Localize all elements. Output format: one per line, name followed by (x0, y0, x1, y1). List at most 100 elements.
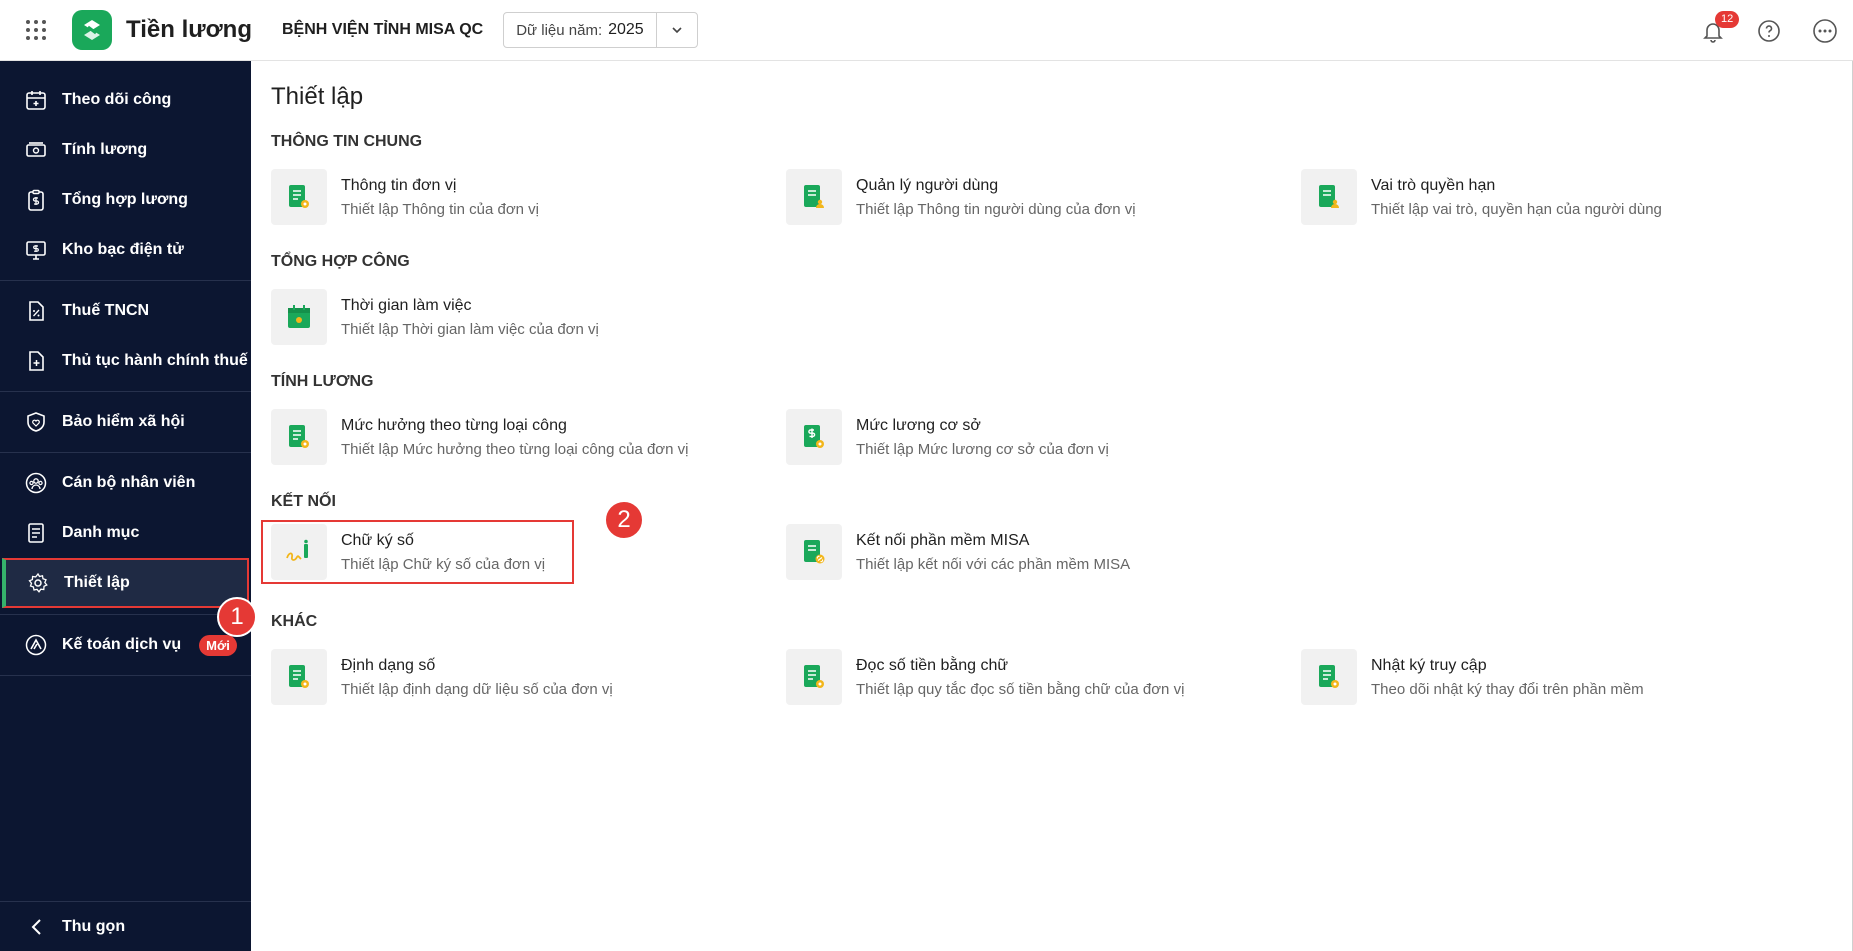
triangle-logo-icon (24, 633, 48, 657)
section-title: TỔNG HỢP CÔNG (271, 253, 410, 270)
card-description: Thiết lập Mức lương cơ sở của đơn vị (856, 440, 1109, 458)
document-user-icon (786, 169, 842, 225)
setting-card-chu-ky-so[interactable]: Chữ ký số Thiết lập Chữ ký số của đơn vị (271, 524, 545, 580)
calendar-icon (271, 289, 327, 345)
setting-card-vai-tro-quyen-han[interactable]: Vai trò quyền hạn Thiết lập vai trò, quy… (1301, 169, 1662, 225)
help-icon[interactable] (1741, 0, 1797, 61)
chevron-down-icon[interactable] (657, 13, 697, 47)
sidebar-item-label: Danh mục (62, 524, 140, 541)
card-title: Đọc số tiền bằng chữ (856, 656, 1009, 674)
step-marker-2: 2 (604, 500, 644, 540)
card-title: Vai trò quyền hạn (1371, 176, 1496, 194)
card-description: Thiết lập kết nối với các phần mềm MISA (856, 555, 1131, 573)
notification-count-badge: 12 (1715, 11, 1740, 28)
year-value: 2025 (608, 21, 644, 38)
document-link-icon (786, 524, 842, 580)
setting-card-muc-luong-co-so[interactable]: Mức lương cơ sở Thiết lập Mức lương cơ s… (786, 409, 1109, 465)
sidebar-item-tong-hop-luong[interactable]: Tổng hợp lương (0, 175, 251, 225)
card-title: Định dạng số (341, 656, 436, 674)
card-title: Thông tin đơn vị (341, 176, 457, 194)
setting-card-quan-ly-nguoi-dung[interactable]: Quản lý người dùng Thiết lập Thông tin n… (786, 169, 1136, 225)
sidebar-divider (0, 391, 251, 392)
setting-card-ket-noi-phan-mem-misa[interactable]: Kết nối phần mềm MISA Thiết lập kết nối … (786, 524, 1130, 580)
sidebar-item-can-bo-nhan-vien[interactable]: Cán bộ nhân viên (0, 458, 251, 508)
card-title: Kết nối phần mềm MISA (856, 531, 1030, 549)
sidebar-item-thu-tuc-hanh-chinh-thue[interactable]: Thủ tục hành chính thuế (0, 336, 251, 386)
sidebar-divider (0, 280, 251, 281)
card-title: Mức hưởng theo từng loại công (341, 416, 567, 434)
document-percent-icon (24, 299, 48, 323)
main-content: Thiết lập THÔNG TIN CHUNG Thông tin đơn … (251, 61, 1853, 951)
setting-card-thong-tin-don-vi[interactable]: Thông tin đơn vị Thiết lập Thông tin của… (271, 169, 539, 225)
app-name: Tiền lương (126, 16, 252, 43)
section-title: KHÁC (271, 613, 318, 630)
sidebar-item-label: Tính lương (62, 141, 148, 158)
card-title: Mức lương cơ sở (856, 416, 981, 434)
notification-bell-icon[interactable]: 12 (1685, 0, 1741, 61)
document-gear-icon (271, 409, 327, 465)
sidebar-item-label: Kho bạc điện tử (62, 241, 184, 258)
signature-pen-icon (271, 524, 327, 580)
more-options-icon[interactable] (1797, 0, 1853, 61)
sidebar-item-label: Tổng hợp lương (62, 191, 188, 208)
monitor-dollar-icon (24, 238, 48, 262)
sidebar-item-label: Thuế TNCN (62, 302, 150, 319)
clipboard-dollar-icon (24, 188, 48, 212)
collapse-sidebar-button[interactable]: Thu gọn (0, 901, 251, 951)
card-description: Thiết lập Mức hưởng theo từng loại công … (341, 440, 689, 458)
year-select[interactable]: Dữ liệu năm: 2025 (503, 12, 698, 48)
card-description: Thiết lập vai trò, quyền hạn của người d… (1371, 200, 1662, 218)
sidebar-divider (0, 614, 251, 615)
organization-name: BỆNH VIỆN TỈNH MISA QC (282, 21, 484, 38)
document-plus-icon (24, 349, 48, 373)
chevron-left-icon (24, 917, 48, 937)
sidebar-item-kho-bac-dien-tu[interactable]: Kho bạc điện tử (0, 225, 251, 275)
gear-icon (26, 571, 50, 595)
setting-card-doc-so-tien-bang-chu[interactable]: Đọc số tiền bằng chữ Thiết lập quy tắc đ… (786, 649, 1184, 705)
sidebar-item-thiet-lap[interactable]: Thiết lập (2, 558, 249, 608)
card-title: Nhật ký truy cập (1371, 656, 1487, 674)
document-gear-icon (786, 649, 842, 705)
sidebar-divider (0, 452, 251, 453)
collapse-label: Thu gọn (62, 917, 126, 935)
section-title: TÍNH LƯƠNG (271, 373, 374, 390)
step-marker-1: 1 (217, 597, 257, 637)
section-title: THÔNG TIN CHUNG (271, 133, 423, 150)
shield-heart-icon (24, 410, 48, 434)
sidebar-item-label: Bảo hiểm xã hội (62, 413, 185, 430)
setting-card-muc-huong-theo-tung-loai-cong[interactable]: Mức hưởng theo từng loại công Thiết lập … (271, 409, 688, 465)
card-title: Chữ ký số (341, 531, 414, 549)
sidebar-item-label: Thiết lập (64, 574, 130, 591)
card-description: Thiết lập Thời gian làm việc của đơn vị (341, 320, 599, 338)
document-gear-icon (271, 169, 327, 225)
sidebar-item-label: Theo dõi công (62, 91, 172, 108)
money-icon (24, 138, 48, 162)
calendar-plus-icon (24, 88, 48, 112)
sidebar-item-thue-tncn[interactable]: Thuế TNCN (0, 286, 251, 336)
sidebar-item-tinh-luong[interactable]: Tính lương (0, 125, 251, 175)
sidebar-item-ke-toan-dich-vu[interactable]: Kế toán dịch vụ Mới (0, 620, 251, 670)
card-title: Thời gian làm việc (341, 296, 472, 314)
sidebar-item-theo-doi-cong[interactable]: Theo dõi công (0, 75, 251, 125)
setting-card-thoi-gian-lam-viec[interactable]: Thời gian làm việc Thiết lập Thời gian l… (271, 289, 599, 345)
sidebar-item-label: Cán bộ nhân viên (62, 474, 196, 491)
card-description: Thiết lập quy tắc đọc số tiền bằng chữ c… (856, 680, 1185, 698)
setting-card-nhat-ky-truy-cap[interactable]: Nhật ký truy cập Theo dõi nhật ký thay đ… (1301, 649, 1644, 705)
app-logo-icon (72, 10, 112, 50)
document-gear-icon (271, 649, 327, 705)
document-dollar-icon (786, 409, 842, 465)
sidebar-item-bao-hiem-xa-hoi[interactable]: Bảo hiểm xã hội (0, 397, 251, 447)
people-icon (24, 471, 48, 495)
setting-card-dinh-dang-so[interactable]: Định dạng số Thiết lập định dạng dữ liệu… (271, 649, 613, 705)
card-title: Quản lý người dùng (856, 176, 999, 194)
document-user-icon (1301, 169, 1357, 225)
sidebar-item-label: Kế toán dịch vụ (62, 636, 182, 653)
card-description: Thiết lập Thông tin của đơn vị (341, 200, 540, 218)
sidebar-divider (0, 675, 251, 676)
card-description: Thiết lập định dạng dữ liệu số của đơn v… (341, 680, 613, 698)
app-grid-icon[interactable] (0, 0, 72, 61)
card-description: Theo dõi nhật ký thay đổi trên phần mềm (1371, 680, 1644, 698)
new-badge: Mới (199, 634, 237, 656)
document-gear-icon (1301, 649, 1357, 705)
sidebar-item-danh-muc[interactable]: Danh mục (0, 508, 251, 558)
